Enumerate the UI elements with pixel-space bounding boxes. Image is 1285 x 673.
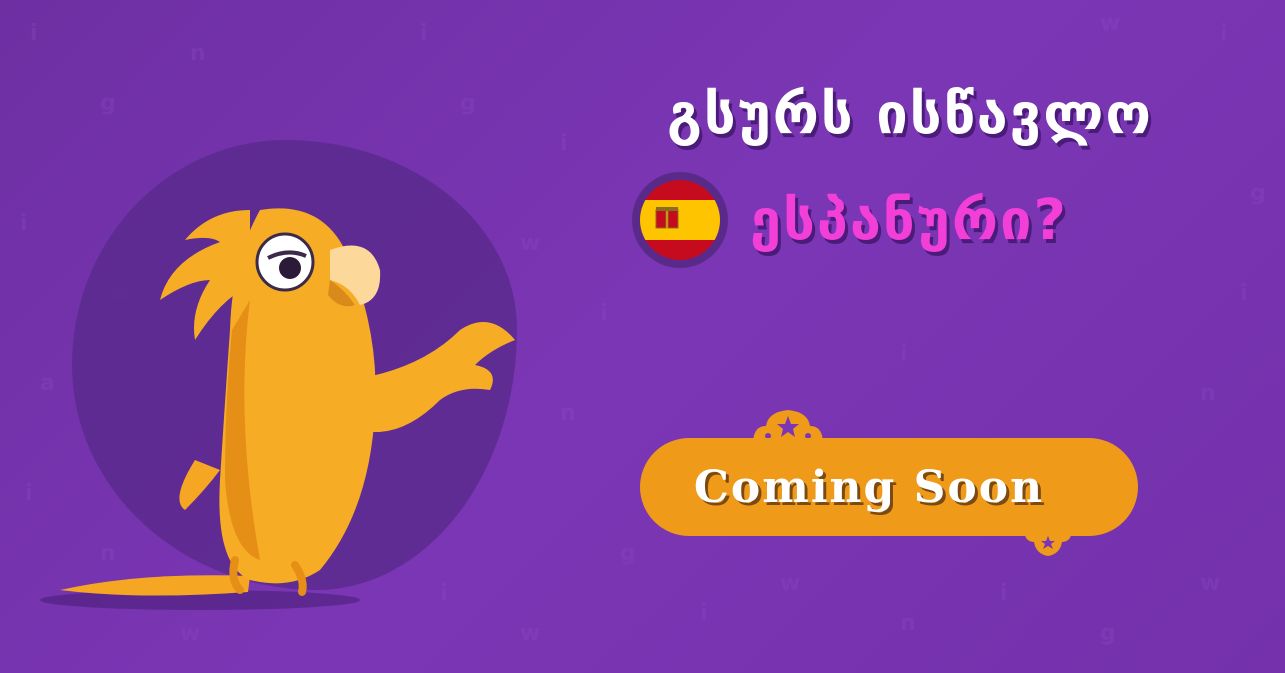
svg-text:i: i (600, 301, 608, 326)
coming-soon-label: Coming Soon (693, 461, 1045, 513)
language-name: ესპანური? (750, 187, 1068, 253)
svg-text:n: n (190, 41, 206, 66)
svg-text:g: g (620, 541, 636, 566)
svg-text:w: w (1100, 11, 1120, 36)
svg-text:i: i (900, 341, 908, 366)
svg-text:g: g (1250, 181, 1266, 206)
svg-text:w: w (1200, 571, 1220, 596)
headline: გსურს ისწავლო (667, 82, 1153, 147)
coming-soon-button[interactable]: Coming Soon (640, 438, 1138, 536)
parrot-mascot (40, 208, 515, 610)
svg-text:i: i (420, 21, 428, 46)
svg-text:n: n (1200, 381, 1216, 406)
svg-text:w: w (180, 621, 200, 646)
svg-text:i: i (30, 21, 38, 46)
svg-text:g: g (1100, 621, 1116, 646)
svg-text:g: g (100, 91, 116, 116)
svg-text:i: i (1240, 281, 1248, 306)
svg-text:n: n (900, 611, 916, 636)
flag-badge (632, 172, 728, 268)
svg-text:n: n (560, 401, 576, 426)
svg-text:g: g (460, 91, 476, 116)
svg-text:i: i (560, 131, 568, 156)
svg-text:w: w (520, 621, 540, 646)
svg-text:i: i (700, 601, 708, 626)
svg-text:i: i (1220, 21, 1228, 46)
spain-flag-icon (640, 180, 720, 260)
language-row: ესპანური? (632, 172, 1068, 268)
svg-text:i: i (1000, 581, 1008, 606)
star-ornament-icon (1024, 528, 1072, 556)
svg-text:w: w (780, 571, 800, 596)
